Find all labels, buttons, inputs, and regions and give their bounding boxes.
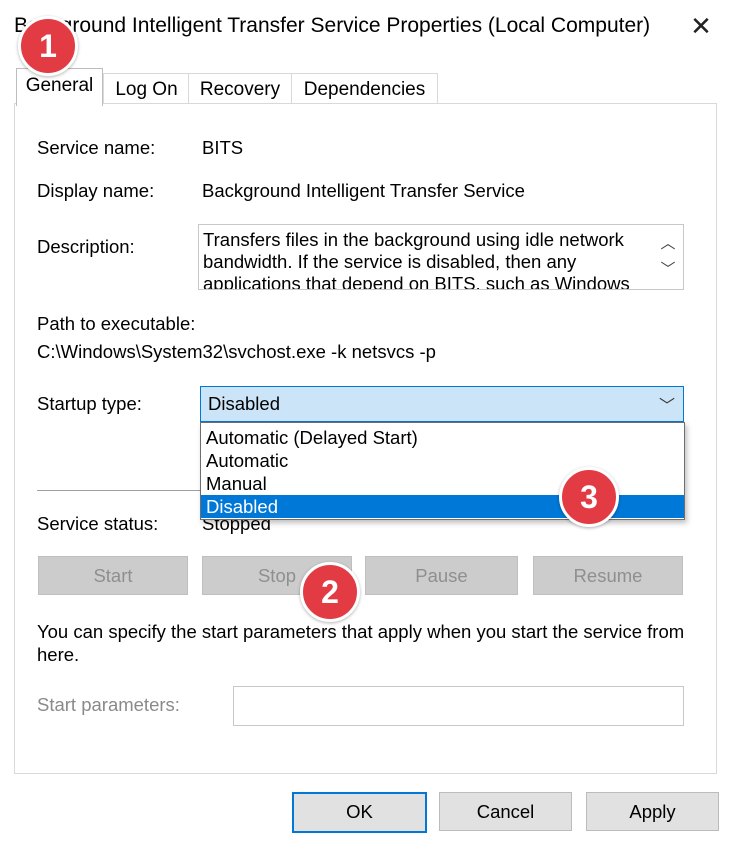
tab-dependencies[interactable]: Dependencies (291, 73, 438, 105)
path-label: Path to executable: (37, 313, 196, 334)
cancel-button[interactable]: Cancel (439, 792, 572, 831)
option-automatic[interactable]: Automatic (201, 449, 684, 472)
apply-button[interactable]: Apply (586, 792, 719, 831)
display-name-label: Display name: (37, 180, 155, 201)
service-status-label: Service status: (37, 513, 159, 534)
startup-type-select[interactable]: Disabled ﹀ (200, 386, 684, 422)
description-text: Transfers files in the background using … (203, 229, 630, 290)
description-box[interactable]: Transfers files in the background using … (198, 224, 684, 290)
option-automatic-delayed[interactable]: Automatic (Delayed Start) (201, 426, 684, 449)
path-value: C:\Windows\System32\svchost.exe -k netsv… (37, 341, 436, 362)
resume-button[interactable]: Resume (533, 556, 683, 595)
step-badge-3: 3 (559, 467, 619, 527)
chevron-down-icon: ﹀ (658, 398, 675, 415)
display-name-value: Background Intelligent Transfer Service (202, 180, 525, 201)
scroll-down-icon[interactable]: ﹀ (653, 257, 683, 283)
service-name-label: Service name: (37, 137, 156, 158)
window-title: Background Intelligent Transfer Service … (14, 14, 651, 37)
scroll-up-icon[interactable]: ︿ (653, 231, 683, 257)
pause-button[interactable]: Pause (365, 556, 518, 595)
tab-recovery[interactable]: Recovery (188, 73, 292, 105)
close-icon[interactable]: ✕ (686, 8, 716, 44)
startup-type-value: Disabled (208, 393, 280, 414)
start-params-hint: You can specify the start parameters tha… (37, 621, 685, 665)
ok-button[interactable]: OK (292, 792, 427, 833)
start-params-label: Start parameters: (37, 694, 180, 715)
tab-log-on[interactable]: Log On (103, 73, 190, 105)
description-scrollbar[interactable]: ︿ ﹀ (653, 225, 683, 289)
step-badge-1: 1 (18, 16, 78, 76)
step-badge-2: 2 (300, 562, 360, 622)
startup-type-label: Startup type: (37, 393, 142, 414)
start-params-input[interactable] (233, 686, 684, 726)
description-label: Description: (37, 236, 135, 257)
service-name-value: BITS (202, 137, 244, 158)
start-button[interactable]: Start (38, 556, 188, 595)
